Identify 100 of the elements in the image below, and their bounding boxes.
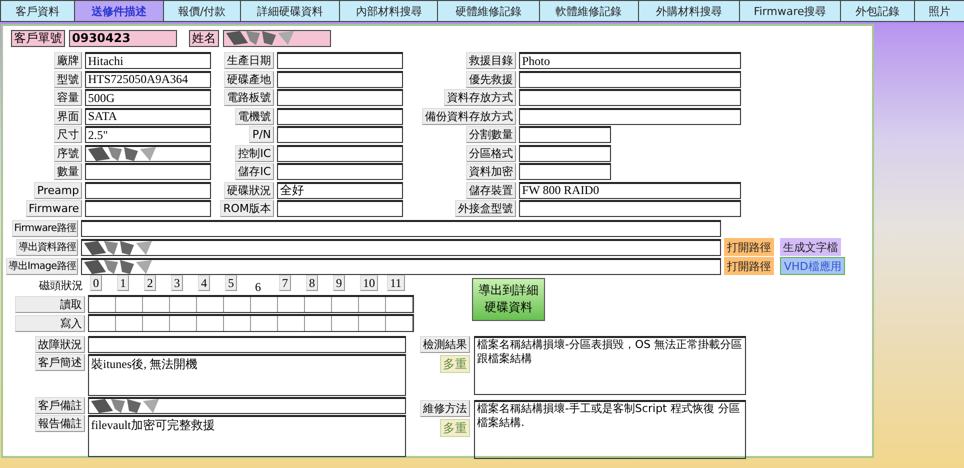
field-label: Firmware路徑 xyxy=(12,220,78,236)
tab[interactable]: 硬體維修記錄 xyxy=(437,0,539,22)
head-status-grid[interactable] xyxy=(88,295,414,313)
text-field[interactable] xyxy=(277,52,403,69)
text-field[interactable] xyxy=(519,200,741,217)
open-path-button[interactable]: 打開路徑 xyxy=(724,257,774,275)
text-field[interactable] xyxy=(519,163,611,180)
field-label: 數量 xyxy=(54,163,82,180)
field-label: 硬碟狀況 xyxy=(224,182,274,198)
text-field[interactable] xyxy=(277,70,403,88)
text-field[interactable]: 全好 xyxy=(277,182,403,198)
head-number-button[interactable]: 11 xyxy=(387,275,405,291)
text-field[interactable] xyxy=(277,200,403,217)
text-field[interactable] xyxy=(88,396,406,414)
tab[interactable]: 送修件描述 xyxy=(74,0,163,22)
field-label: 維修方法 xyxy=(420,400,470,416)
head-number-button[interactable]: 4 xyxy=(198,275,210,291)
text-field[interactable] xyxy=(88,336,406,352)
text-field[interactable] xyxy=(277,163,403,180)
field-label: 寫入 xyxy=(15,314,85,332)
field-label: 電機號 xyxy=(235,108,274,124)
field-label: 容量 xyxy=(54,89,82,106)
text-field[interactable]: SATA xyxy=(85,108,211,124)
field-label: P/N xyxy=(249,126,274,143)
redaction-mark xyxy=(88,146,158,160)
field-label: 尺寸 xyxy=(54,126,82,143)
text-field[interactable] xyxy=(85,163,211,180)
order-number-field[interactable]: 0930423 xyxy=(69,30,177,46)
field-label: 導出資料路徑 xyxy=(16,238,78,256)
field-label: 分區格式 xyxy=(466,144,516,162)
field-label: 儲存裝置 xyxy=(466,182,516,198)
text-field[interactable]: HTS725050A9A364 xyxy=(85,70,211,88)
head-number-button[interactable]: 1 xyxy=(117,275,129,291)
open-path-button[interactable]: 打開路徑 xyxy=(724,238,774,256)
field-label: 資料存放方式 xyxy=(444,89,516,106)
field-label: Firmware xyxy=(26,200,82,217)
tab[interactable]: 外購材料搜尋 xyxy=(638,0,739,22)
head-number-button[interactable]: 10 xyxy=(360,275,378,291)
head-number-button[interactable]: 7 xyxy=(279,275,291,291)
text-field[interactable] xyxy=(519,89,741,106)
text-field[interactable]: Photo xyxy=(519,52,741,69)
text-field[interactable] xyxy=(81,258,721,274)
tab[interactable]: 內部材料搜尋 xyxy=(339,0,438,22)
redaction-mark xyxy=(91,398,161,412)
head-number-button[interactable]: 8 xyxy=(306,275,318,291)
text-field[interactable]: 500G xyxy=(85,89,211,106)
head-number-button[interactable]: 0 xyxy=(90,275,102,291)
text-field[interactable] xyxy=(85,182,211,198)
tab[interactable]: 照片 xyxy=(914,0,964,22)
tab[interactable]: 詳細硬碟資料 xyxy=(240,0,340,22)
tab[interactable]: 外包記錄 xyxy=(840,0,914,22)
field-label: 救援目錄 xyxy=(466,52,516,69)
head-status-grid[interactable] xyxy=(88,314,414,332)
head-number-button[interactable]: 2 xyxy=(144,275,156,291)
text-area[interactable]: filevault加密可完整救援 xyxy=(88,414,406,456)
field-label: 客戶單號 xyxy=(11,30,65,46)
text-field[interactable] xyxy=(277,144,403,162)
tab[interactable]: 客戶資料 xyxy=(0,0,74,22)
head-number-button[interactable]: 9 xyxy=(333,275,345,291)
action-button[interactable]: 生成文字檔 xyxy=(780,238,841,256)
text-field[interactable] xyxy=(81,220,721,236)
field-label: 故障狀況 xyxy=(35,336,85,352)
head-number-button[interactable]: 5 xyxy=(225,275,237,291)
field-label: 儲存IC xyxy=(235,163,274,180)
name-field[interactable] xyxy=(223,30,331,46)
field-label: 報告備註 xyxy=(35,414,85,432)
field-label: 序號 xyxy=(54,144,82,162)
text-field[interactable] xyxy=(85,200,211,217)
tab[interactable]: 報價/付款 xyxy=(162,0,240,22)
field-label: 客戶簡述 xyxy=(35,354,85,370)
tab[interactable]: 軟體維修記錄 xyxy=(538,0,638,22)
text-area[interactable]: 檔案名稱結構損壞-手工或是客制Script 程式恢復 分區檔案結構. xyxy=(474,400,746,458)
text-field[interactable]: Hitachi xyxy=(85,52,211,69)
text-field[interactable] xyxy=(85,144,211,162)
text-field[interactable] xyxy=(519,126,611,143)
redaction-mark xyxy=(84,260,154,274)
field-label: Preamp xyxy=(34,182,82,198)
field-label: 外接盒型號 xyxy=(455,200,516,217)
field-label: 優先救援 xyxy=(466,70,516,88)
text-area[interactable]: 檔案名稱結構損壞-分區表損毀，OS 無法正常掛載分區跟檔案結構 xyxy=(474,336,746,394)
text-field[interactable] xyxy=(277,89,403,106)
action-button[interactable]: VHD檔應用 xyxy=(780,257,846,275)
redaction-mark xyxy=(84,240,154,254)
text-field[interactable] xyxy=(81,238,721,256)
field-label: 界面 xyxy=(54,108,82,124)
head-number-button[interactable]: 3 xyxy=(171,275,183,291)
field-label: 磁頭狀況 xyxy=(38,278,84,294)
text-field[interactable] xyxy=(519,108,741,124)
text-field[interactable] xyxy=(277,126,403,143)
text-field[interactable] xyxy=(277,108,403,124)
text-field[interactable] xyxy=(519,144,611,162)
field-label: ROM版本 xyxy=(220,200,274,217)
export-button[interactable]: 導出到詳細硬碟資料 xyxy=(472,278,545,320)
text-field[interactable]: FW 800 RAID0 xyxy=(519,182,741,198)
text-field[interactable] xyxy=(519,70,741,88)
field-label: 資料加密 xyxy=(466,163,516,180)
tab[interactable]: Firmware搜尋 xyxy=(738,0,840,22)
text-field[interactable]: 2.5" xyxy=(85,126,211,143)
field-label: 型號 xyxy=(54,70,82,88)
field-label: 讀取 xyxy=(15,296,85,312)
